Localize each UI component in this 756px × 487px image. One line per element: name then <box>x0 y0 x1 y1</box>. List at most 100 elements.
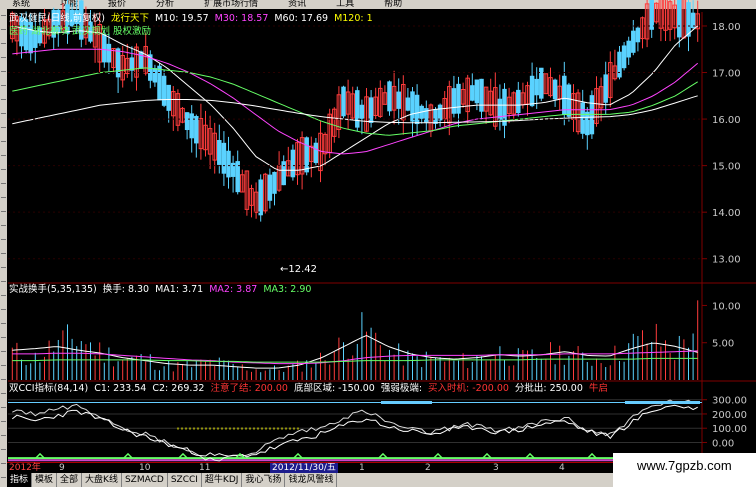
candle-body <box>355 90 360 128</box>
candle-body <box>621 45 627 69</box>
candle-body <box>138 51 144 69</box>
indicator-tab[interactable]: SZCCI <box>168 473 202 487</box>
candle-body <box>161 75 167 106</box>
candle-body <box>566 84 572 117</box>
candle-body <box>129 57 135 71</box>
price-panel-title-item: M60: 17.69 <box>274 13 328 24</box>
price-tick-label: 15.00 <box>712 162 741 173</box>
indicator-tab[interactable]: 指标 <box>7 473 33 487</box>
indicator-tab[interactable]: 钱龙风警线 <box>285 473 338 487</box>
cci-panel <box>8 399 702 462</box>
cci-panel-title-item: 双CCI指标(84,14) <box>9 382 88 394</box>
candle-body <box>267 174 273 201</box>
turnover-panel-title-item: 换手: 8.30 <box>103 283 149 295</box>
turnover-panel-title-item: MA3: 2.90 <box>263 284 311 295</box>
candle-body <box>221 142 227 174</box>
candle-body <box>396 91 401 109</box>
candle-body <box>539 67 544 99</box>
price-tick-label: 16.00 <box>712 115 741 126</box>
price-panel-title-item: M30: 18.57 <box>215 13 269 24</box>
cci-panel-title-item: 底部区域: -150.00 <box>294 382 375 394</box>
candle-body <box>562 75 567 115</box>
candle-body <box>649 0 654 30</box>
watermark: www.7gpzb.com <box>613 453 756 487</box>
candle-body <box>194 116 199 144</box>
candle-body <box>580 102 585 134</box>
turnover-panel <box>11 300 699 380</box>
candle-body <box>106 43 112 63</box>
candle-body <box>534 78 539 96</box>
price-tick-label: 14.00 <box>712 208 741 219</box>
candle-body <box>157 65 162 101</box>
cci-panel-title-item: 强弱极端: <box>381 382 422 394</box>
cci-panel-title-item: 注意了结: 200.00 <box>210 382 287 394</box>
indicator-tab[interactable]: SZMACD <box>122 473 168 487</box>
turnover-panel-title-item: MA2: 3.87 <box>209 284 257 295</box>
stock-chart: ←12.42 13.00 14.00 15.00 16.00 17.00 18.00 5.0… <box>8 0 756 462</box>
candle-body <box>474 79 480 104</box>
cci-line-c2 <box>12 399 698 462</box>
indicator-tab-bar: 指标 模板 全部 大盘K线 SZMACD SZCCI 超牛KDJ 我心飞扬 钱龙风警线 <box>7 473 613 487</box>
indicator-tab[interactable]: 大盘K线 <box>82 473 122 487</box>
price-panel-subtitle: 医药 湖北板块 武汉规划 股权激励 <box>9 25 151 37</box>
low-price-marker: ←12.42 <box>280 264 317 275</box>
candle-body <box>341 86 346 117</box>
price-panel-title-item: M120: 1 <box>334 13 373 24</box>
candle-body <box>387 81 392 112</box>
price-tick-label: 13.00 <box>712 255 741 266</box>
price-panel: ←12.42 <box>10 0 700 275</box>
turnover-panel-title-item: 实战换手(5,35,135) <box>9 283 97 295</box>
cci-panel-title-item: 牛启 <box>589 382 608 394</box>
candle-body <box>552 79 558 100</box>
indicator-tab[interactable]: 模板 <box>32 473 58 487</box>
cci-panel-title-item: C1: 233.54 <box>94 383 146 394</box>
candle-body <box>690 12 696 29</box>
cci-panel-title-item: 买入时机: -200.00 <box>428 382 509 394</box>
price-panel-title-item: M10: 19.57 <box>155 13 209 24</box>
candle-body <box>166 84 171 111</box>
indicator-tab[interactable]: 超牛KDJ <box>202 473 243 487</box>
candle-body <box>617 51 622 78</box>
candle-body <box>304 137 309 173</box>
candle-body <box>470 85 475 101</box>
candle-body <box>529 75 535 107</box>
price-tick-label: 18.00 <box>712 22 741 33</box>
candle-body <box>272 171 277 194</box>
candle-body <box>184 112 190 131</box>
indicator-tab[interactable]: 我心飞扬 <box>242 473 286 487</box>
turnover-panel-title-item: MA1: 3.71 <box>155 284 203 295</box>
cci-tick-label: 200.00 <box>712 410 747 421</box>
cci-panel-title-item: 分批出: 250.00 <box>515 382 583 394</box>
cci-tick-label: 100.00 <box>712 424 747 435</box>
candle-body <box>585 111 590 136</box>
watermark-text: www.7gpzb.com <box>637 458 732 473</box>
turnover-panel-title: 实战换手(5,35,135) 换手: 8.30 MA1: 3.71 MA2: 3.87… <box>9 283 311 295</box>
indicator-tab[interactable]: 全部 <box>57 473 83 487</box>
turnover-tick-label: 10.00 <box>712 301 741 312</box>
candle-body <box>635 27 641 43</box>
candle-body <box>516 89 521 114</box>
candle-body <box>226 150 231 178</box>
candle-body <box>217 140 222 165</box>
price-tick-label: 17.00 <box>712 69 741 80</box>
candle-body <box>102 34 107 63</box>
candle-body <box>359 104 365 119</box>
cci-panel-title: 双CCI指标(84,14) C1: 233.54 C2: 269.32 注意了结: 2… <box>9 382 608 394</box>
candle-body <box>686 2 691 37</box>
candle-body <box>603 74 608 103</box>
candle-body <box>456 83 461 114</box>
turnover-ma-ma1 <box>12 334 698 369</box>
candle-body <box>290 149 296 178</box>
candle-body <box>626 40 631 58</box>
turnover-ma-ma2 <box>12 350 698 365</box>
candle-body <box>410 91 415 122</box>
cci-tick-label: 0.00 <box>712 438 734 449</box>
panel-titles: 武汉健民(日线,前复权) 龙行天下 M10: 19.57 M30: 18.57 M60:… <box>9 12 608 394</box>
candle-body <box>189 113 194 139</box>
candle-body <box>405 97 411 111</box>
turnover-tick-label: 5.00 <box>712 339 734 350</box>
cci-tick-label: 300.00 <box>712 396 747 407</box>
candle-body <box>313 142 319 164</box>
price-panel-title-item: 龙行天下 <box>111 12 149 24</box>
candle-body <box>437 104 443 121</box>
